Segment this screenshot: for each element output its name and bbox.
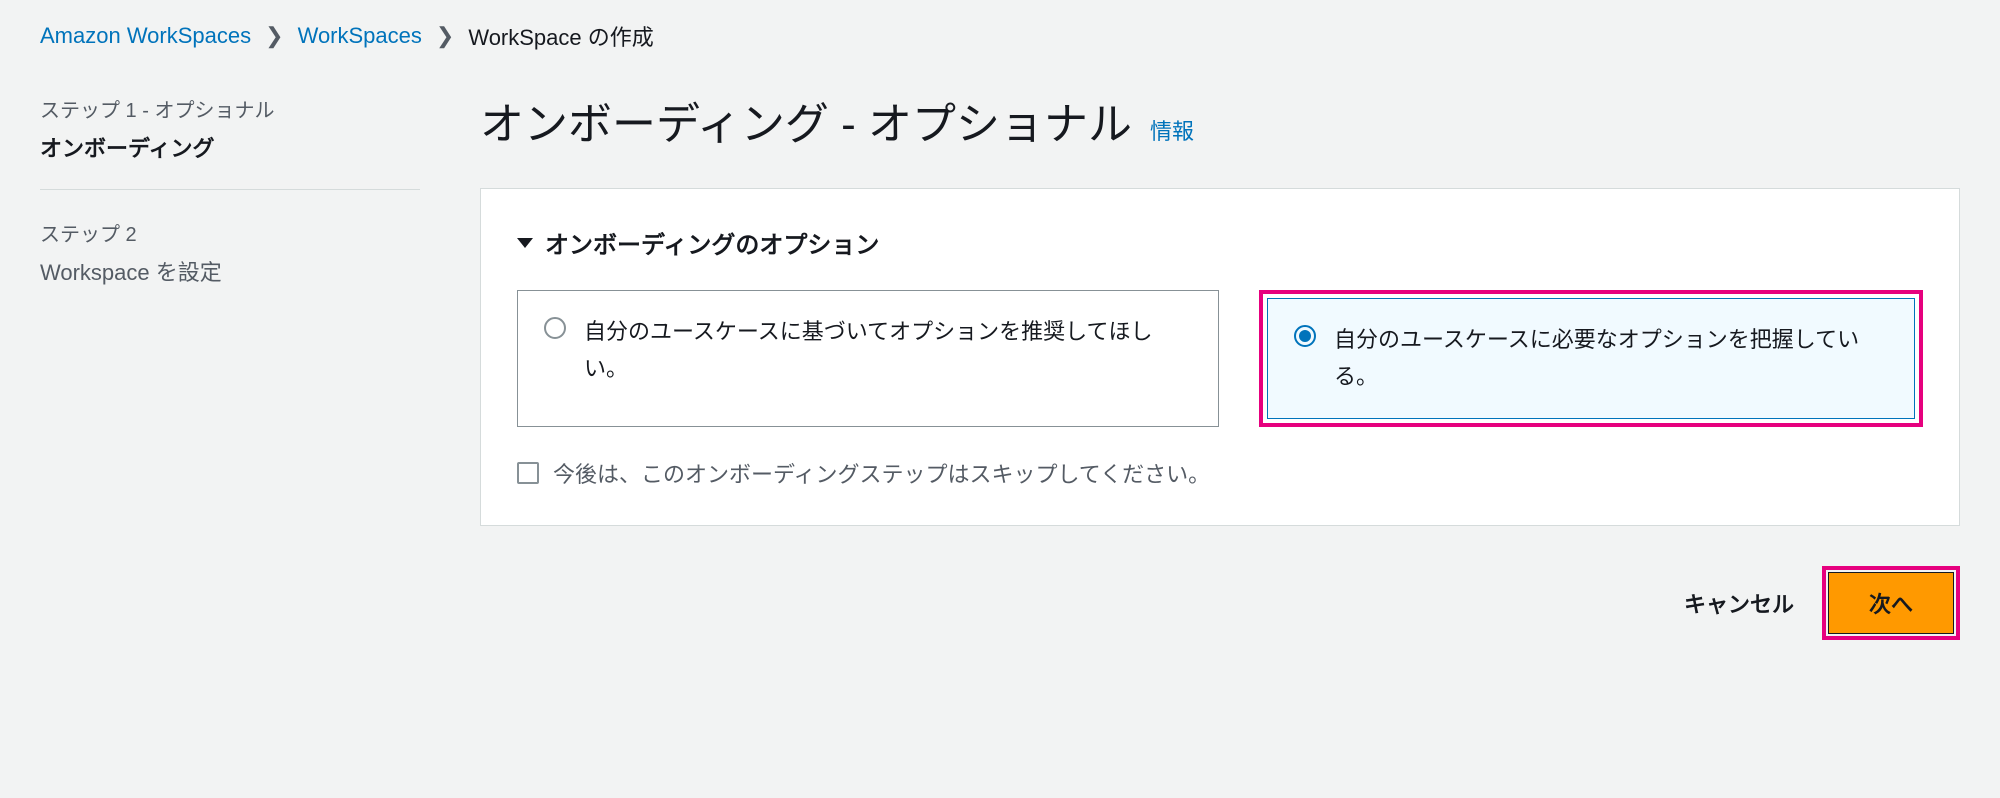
breadcrumb-link-workspaces[interactable]: WorkSpaces bbox=[298, 23, 422, 49]
breadcrumb: Amazon WorkSpaces ❯ WorkSpaces ❯ WorkSpa… bbox=[40, 20, 1960, 52]
wizard-actions: キャンセル 次へ bbox=[480, 566, 1960, 640]
main-content: オンボーディング - オプショナル 情報 オンボーディングのオプション 自分のユ… bbox=[480, 88, 1960, 640]
highlight-annotation: 自分のユースケースに必要なオプションを把握している。 bbox=[1259, 290, 1923, 427]
cancel-button[interactable]: キャンセル bbox=[1684, 587, 1794, 619]
next-button[interactable]: 次へ bbox=[1828, 572, 1954, 634]
wizard-step-meta: ステップ 2 bbox=[40, 218, 420, 247]
page-title: オンボーディング - オプショナル bbox=[480, 88, 1132, 152]
radio-option-know[interactable]: 自分のユースケースに必要なオプションを把握している。 bbox=[1267, 298, 1915, 419]
wizard-step-2[interactable]: ステップ 2 Workspace を設定 bbox=[40, 212, 420, 309]
divider bbox=[40, 189, 420, 190]
wizard-step-title: オンボーディング bbox=[40, 131, 420, 163]
breadcrumb-link-amazon-workspaces[interactable]: Amazon WorkSpaces bbox=[40, 23, 251, 49]
panel-header-toggle[interactable]: オンボーディングのオプション bbox=[517, 225, 1923, 260]
panel-header-label: オンボーディングのオプション bbox=[545, 225, 879, 260]
onboarding-options-panel: オンボーディングのオプション 自分のユースケースに基づいてオプションを推奨してほ… bbox=[480, 188, 1960, 526]
radio-option-label: 自分のユースケースに必要なオプションを把握している。 bbox=[1334, 321, 1888, 396]
highlight-annotation: 次へ bbox=[1822, 566, 1960, 640]
chevron-right-icon: ❯ bbox=[436, 23, 454, 49]
radio-option-recommend[interactable]: 自分のユースケースに基づいてオプションを推奨してほしい。 bbox=[517, 290, 1219, 427]
caret-down-icon bbox=[517, 238, 533, 248]
checkbox-icon bbox=[517, 462, 539, 484]
wizard-step-title: Workspace を設定 bbox=[40, 255, 420, 287]
wizard-step-meta: ステップ 1 - オプショナル bbox=[40, 94, 420, 123]
wizard-steps: ステップ 1 - オプショナル オンボーディング ステップ 2 Workspac… bbox=[40, 88, 420, 640]
wizard-step-1[interactable]: ステップ 1 - オプショナル オンボーディング bbox=[40, 88, 420, 185]
radio-option-label: 自分のユースケースに基づいてオプションを推奨してほしい。 bbox=[584, 313, 1192, 388]
radio-icon bbox=[1294, 325, 1316, 347]
radio-icon bbox=[544, 317, 566, 339]
onboarding-radio-group: 自分のユースケースに基づいてオプションを推奨してほしい。 自分のユースケースに必… bbox=[517, 290, 1923, 427]
info-link[interactable]: 情報 bbox=[1150, 114, 1194, 146]
chevron-right-icon: ❯ bbox=[265, 23, 283, 49]
skip-onboarding-label: 今後は、このオンボーディングステップはスキップしてください。 bbox=[553, 457, 1210, 489]
breadcrumb-current: WorkSpace の作成 bbox=[468, 20, 653, 52]
skip-onboarding-checkbox[interactable]: 今後は、このオンボーディングステップはスキップしてください。 bbox=[517, 457, 1923, 489]
